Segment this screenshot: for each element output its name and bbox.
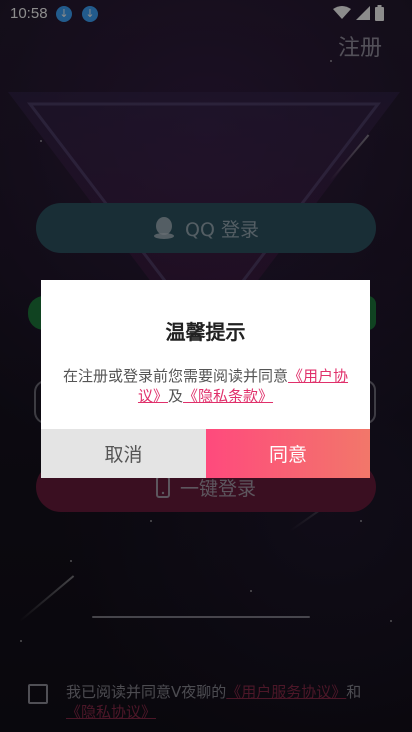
agree-button[interactable]: 同意 [206, 429, 370, 478]
privacy-terms-link[interactable]: 《隐私条款》 [183, 387, 273, 405]
cancel-button[interactable]: 取消 [41, 429, 206, 478]
dialog-buttons: 取消 同意 [41, 429, 370, 478]
dialog-message-prefix: 在注册或登录前您需要阅读并同意 [62, 367, 288, 385]
dialog-message-and: 及 [167, 387, 183, 405]
notice-dialog: 温馨提示 在注册或登录前您需要阅读并同意《用户协议》及《隐私条款》 取消 同意 [41, 280, 370, 478]
dialog-title: 温馨提示 [165, 320, 246, 344]
dialog-message: 在注册或登录前您需要阅读并同意《用户协议》及《隐私条款》 [53, 366, 358, 406]
